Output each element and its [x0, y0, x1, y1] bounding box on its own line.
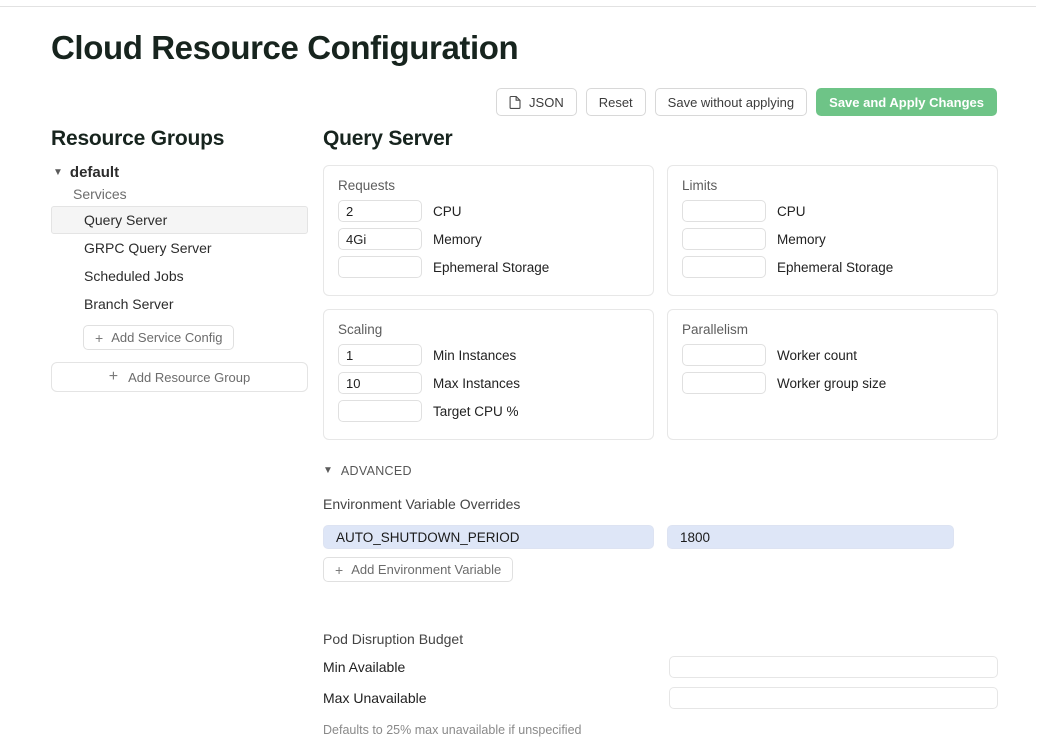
scaling-max-instances-label: Max Instances: [433, 376, 520, 391]
top-divider: [0, 6, 1036, 7]
advanced-toggle[interactable]: ▼ ADVANCED: [323, 464, 998, 478]
requests-memory-input[interactable]: [338, 228, 422, 250]
min-available-label: Min Available: [323, 659, 669, 675]
toolbar: JSON Reset Save without applying Save an…: [496, 88, 997, 116]
requests-ephemeral-storage-row: Ephemeral Storage: [338, 256, 639, 278]
document-icon: [509, 95, 522, 109]
add-service-config-label: Add Service Config: [111, 330, 222, 345]
add-service-config-wrap: + Add Service Config: [51, 325, 308, 350]
scaling-panel: Scaling Min Instances Max Instances Targ…: [323, 309, 654, 440]
parallelism-legend: Parallelism: [682, 322, 983, 337]
plus-icon: +: [335, 563, 343, 577]
limits-panel: Limits CPU Memory Ephemeral Storage: [667, 165, 998, 296]
parallelism-worker-count-label: Worker count: [777, 348, 857, 363]
scaling-max-instances-row: Max Instances: [338, 372, 639, 394]
parallelism-worker-group-size-row: Worker group size: [682, 372, 983, 394]
sidebar-item-query-server[interactable]: Query Server: [51, 206, 308, 234]
sidebar-title: Resource Groups: [51, 127, 308, 151]
requests-cpu-row: CPU: [338, 200, 639, 222]
add-resource-group-label: Add Resource Group: [128, 370, 250, 385]
page-title: Cloud Resource Configuration: [51, 30, 518, 66]
add-env-var-wrap: + Add Environment Variable: [323, 557, 998, 582]
min-available-row: Min Available: [323, 656, 998, 678]
save-without-applying-button[interactable]: Save without applying: [655, 88, 807, 116]
add-environment-variable-button[interactable]: + Add Environment Variable: [323, 557, 513, 582]
limits-cpu-label: CPU: [777, 204, 806, 219]
triangle-down-icon: ▼: [53, 168, 63, 178]
limits-ephemeral-storage-label: Ephemeral Storage: [777, 260, 893, 275]
resource-panels: Requests CPU Memory Ephemeral Storage Li…: [323, 165, 998, 440]
limits-memory-label: Memory: [777, 232, 826, 247]
env-var-value-input[interactable]: [667, 525, 954, 549]
parallelism-panel: Parallelism Worker count Worker group si…: [667, 309, 998, 440]
requests-ephemeral-storage-input[interactable]: [338, 256, 422, 278]
limits-memory-row: Memory: [682, 228, 983, 250]
reset-button[interactable]: Reset: [586, 88, 646, 116]
limits-legend: Limits: [682, 178, 983, 193]
add-service-config-button[interactable]: + Add Service Config: [83, 325, 234, 350]
json-button-label: JSON: [529, 95, 564, 110]
add-resource-group-button[interactable]: + Add Resource Group: [51, 362, 308, 392]
env-var-row: [323, 525, 998, 549]
save-and-apply-button[interactable]: Save and Apply Changes: [816, 88, 997, 116]
requests-ephemeral-storage-label: Ephemeral Storage: [433, 260, 549, 275]
add-environment-variable-label: Add Environment Variable: [351, 562, 501, 577]
json-button[interactable]: JSON: [496, 88, 577, 116]
requests-memory-row: Memory: [338, 228, 639, 250]
scaling-target-cpu-label: Target CPU %: [433, 404, 519, 419]
sidebar: Resource Groups ▼ default Services Query…: [51, 127, 308, 392]
max-unavailable-label: Max Unavailable: [323, 690, 669, 706]
scaling-target-cpu-input[interactable]: [338, 400, 422, 422]
sidebar-item-branch-server[interactable]: Branch Server: [51, 290, 308, 318]
limits-memory-input[interactable]: [682, 228, 766, 250]
pdb-hint-text: Defaults to 25% max unavailable if unspe…: [323, 723, 998, 737]
env-var-name-input[interactable]: [323, 525, 654, 549]
sidebar-item-scheduled-jobs[interactable]: Scheduled Jobs: [51, 262, 308, 290]
min-available-input[interactable]: [669, 656, 998, 678]
env-overrides-title: Environment Variable Overrides: [323, 496, 998, 512]
scaling-max-instances-input[interactable]: [338, 372, 422, 394]
parallelism-worker-count-input[interactable]: [682, 344, 766, 366]
scaling-min-instances-label: Min Instances: [433, 348, 516, 363]
scaling-target-cpu-row: Target CPU %: [338, 400, 639, 422]
pod-disruption-budget-title: Pod Disruption Budget: [323, 631, 998, 647]
scaling-min-instances-row: Min Instances: [338, 344, 639, 366]
limits-cpu-input[interactable]: [682, 200, 766, 222]
plus-icon: +: [95, 331, 103, 345]
limits-cpu-row: CPU: [682, 200, 983, 222]
limits-ephemeral-storage-input[interactable]: [682, 256, 766, 278]
requests-cpu-input[interactable]: [338, 200, 422, 222]
plus-icon: +: [109, 369, 118, 385]
parallelism-worker-group-size-input[interactable]: [682, 372, 766, 394]
parallelism-worker-group-size-label: Worker group size: [777, 376, 886, 391]
parallelism-worker-count-row: Worker count: [682, 344, 983, 366]
triangle-down-icon: ▼: [323, 466, 333, 476]
services-section-label: Services: [51, 186, 308, 202]
scaling-legend: Scaling: [338, 322, 639, 337]
resource-group-label: default: [70, 164, 119, 181]
requests-legend: Requests: [338, 178, 639, 193]
requests-cpu-label: CPU: [433, 204, 462, 219]
sidebar-item-grpc-query-server[interactable]: GRPC Query Server: [51, 234, 308, 262]
main-content: Query Server Requests CPU Memory Ephemer…: [323, 127, 998, 737]
service-title: Query Server: [323, 127, 998, 151]
requests-memory-label: Memory: [433, 232, 482, 247]
scaling-min-instances-input[interactable]: [338, 344, 422, 366]
limits-ephemeral-storage-row: Ephemeral Storage: [682, 256, 983, 278]
requests-panel: Requests CPU Memory Ephemeral Storage: [323, 165, 654, 296]
advanced-label: ADVANCED: [341, 464, 412, 478]
resource-group-default[interactable]: ▼ default: [51, 164, 308, 181]
